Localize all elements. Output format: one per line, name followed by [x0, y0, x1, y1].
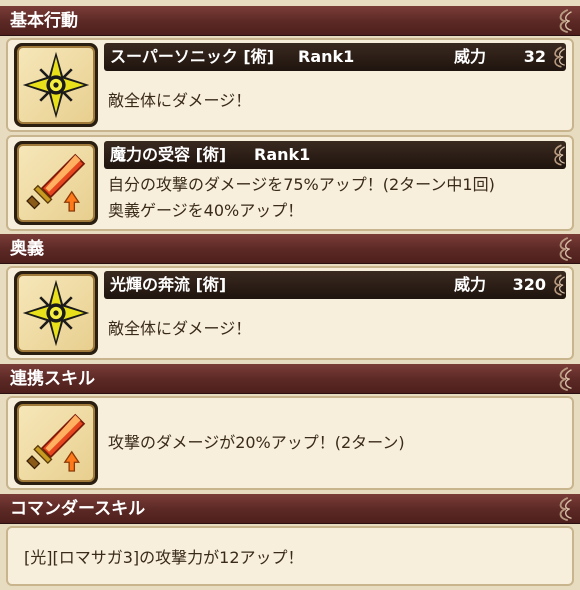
commander-description: [光][ロマサガ3]の攻撃力が12アップ！	[24, 548, 304, 567]
commander-card[interactable]: [光][ロマサガ3]の攻撃力が12アップ！	[6, 526, 574, 586]
section-title-ougi: 奥義	[10, 239, 44, 259]
skill-name-bar: 光輝の奔流 [術] 威力 320	[104, 271, 566, 299]
power-value: 320	[512, 275, 546, 294]
power-value: 32	[523, 47, 546, 66]
skill-rank: Rank1	[254, 145, 311, 164]
sword-up-icon	[26, 414, 85, 472]
section-header-ougi: 奥義	[0, 234, 580, 264]
flourish-icon	[559, 8, 573, 34]
star-burst-icon	[21, 278, 91, 348]
flourish-icon	[559, 236, 573, 262]
skill-description: 自分の攻撃のダメージを75%アップ！(2ターン中1回)	[108, 175, 495, 194]
skill-description-line2: 奥義ゲージを40%アップ！	[108, 201, 304, 220]
power-label: 威力	[454, 275, 487, 294]
section-title-renkei: 連携スキル	[10, 369, 95, 389]
skill-name-bar: スーパーソニック [術] Rank1 威力 32	[104, 43, 566, 71]
section-header-commander: コマンダースキル	[0, 494, 580, 524]
flourish-icon	[559, 366, 573, 392]
flourish-icon	[554, 46, 566, 68]
skill-name: 魔力の受容 [術]	[110, 145, 227, 164]
flourish-icon	[559, 496, 573, 522]
renkei-description: 攻撃のダメージが20%アップ！(2ターン)	[108, 433, 405, 452]
skill-icon-frame	[14, 271, 98, 355]
section-title-basic: 基本行動	[10, 11, 78, 31]
skill-card-1[interactable]: スーパーソニック [術] Rank1 威力 32 敵全体にダメージ！	[6, 38, 574, 132]
flourish-icon	[554, 144, 566, 166]
section-title-commander: コマンダースキル	[10, 499, 146, 519]
sword-up-icon	[26, 154, 85, 212]
skill-card-3[interactable]: 光輝の奔流 [術] 威力 320 敵全体にダメージ！	[6, 266, 574, 360]
skill-description: 敵全体にダメージ！	[108, 91, 252, 110]
section-header-renkei: 連携スキル	[0, 364, 580, 394]
skill-card-2[interactable]: 魔力の受容 [術] Rank1 自分の攻撃のダメージを75%アップ！(2ターン中…	[6, 135, 574, 231]
section-header-basic: 基本行動	[0, 6, 580, 36]
skill-name: スーパーソニック [術]	[110, 47, 275, 66]
skill-icon-frame	[14, 401, 98, 485]
skill-icon-frame	[14, 43, 98, 127]
power-label: 威力	[454, 47, 487, 66]
skill-description: 敵全体にダメージ！	[108, 319, 252, 338]
skill-name: 光輝の奔流 [術]	[110, 275, 227, 294]
skill-icon-frame	[14, 141, 98, 225]
star-burst-icon	[21, 50, 91, 120]
skill-name-bar: 魔力の受容 [術] Rank1	[104, 141, 566, 169]
skill-rank: Rank1	[298, 47, 355, 66]
flourish-icon	[554, 274, 566, 296]
renkei-card[interactable]: 攻撃のダメージが20%アップ！(2ターン)	[6, 396, 574, 490]
